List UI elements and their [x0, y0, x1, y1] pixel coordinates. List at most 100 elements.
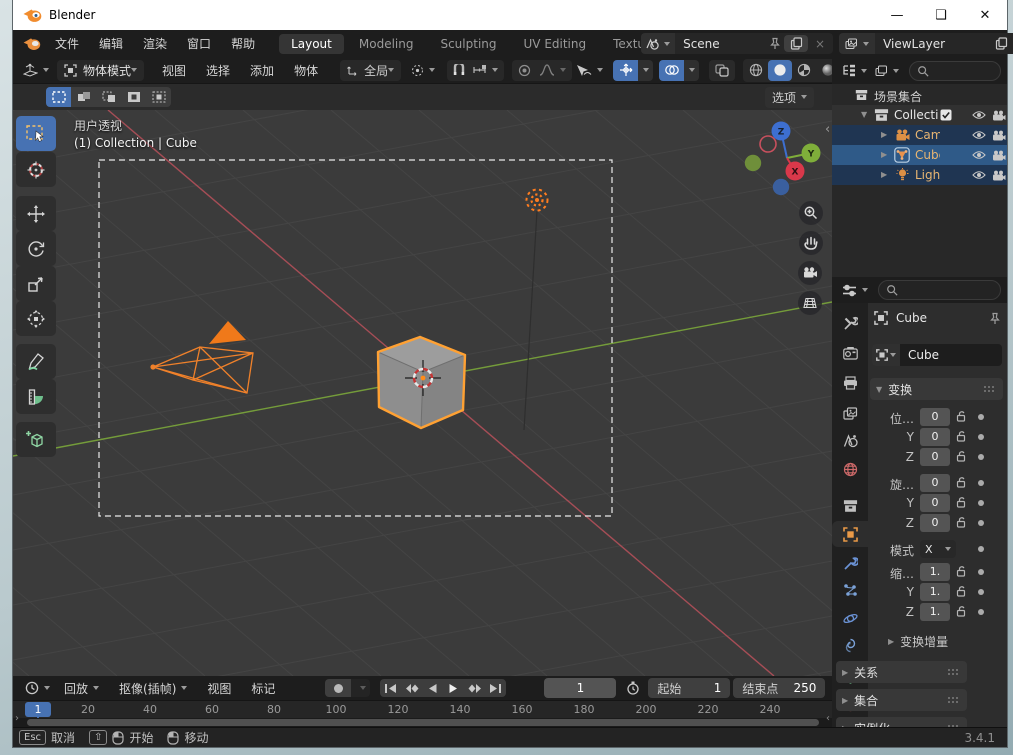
- lock-icon[interactable]: [955, 585, 967, 597]
- pan-button[interactable]: [799, 231, 823, 255]
- scale-x-field[interactable]: 1.: [920, 563, 950, 581]
- lock-icon[interactable]: [955, 496, 967, 508]
- playhead-marker[interactable]: 1: [25, 702, 51, 717]
- menu-help[interactable]: 帮助: [221, 30, 265, 57]
- pivot-dropdown[interactable]: [407, 60, 439, 81]
- select-subtract-button[interactable]: [96, 87, 121, 107]
- viewlayer-browse-button[interactable]: [839, 33, 876, 54]
- xray-toggle[interactable]: [709, 59, 736, 81]
- timeline-editor-type-button[interactable]: [21, 678, 54, 699]
- expand-arrow-icon[interactable]: ▶: [881, 130, 887, 139]
- select-extend-button[interactable]: [71, 87, 96, 107]
- menu-markers[interactable]: 标记: [241, 676, 285, 700]
- animate-dot[interactable]: [978, 520, 984, 526]
- location-y-field[interactable]: 0: [920, 428, 950, 446]
- outliner-row-cube[interactable]: ▶ Cube: [832, 145, 1007, 165]
- rotation-y-field[interactable]: 0: [920, 494, 950, 512]
- gizmo-neg-x-ball[interactable]: [759, 135, 777, 153]
- tool-annotate[interactable]: [16, 344, 56, 379]
- menu-window[interactable]: 窗口: [177, 30, 221, 57]
- camera-object[interactable]: [150, 321, 254, 394]
- tab-tool[interactable]: [832, 310, 868, 336]
- tab-render[interactable]: [832, 340, 868, 366]
- scale-y-field[interactable]: 1.: [920, 583, 950, 601]
- tab-layout[interactable]: Layout: [279, 33, 344, 54]
- pin-icon[interactable]: [989, 312, 1001, 325]
- tab-modifiers[interactable]: [832, 550, 868, 576]
- location-z-field[interactable]: 0: [920, 448, 950, 466]
- auto-key-dropdown[interactable]: [351, 679, 371, 697]
- current-frame-field[interactable]: 1: [544, 678, 617, 698]
- tool-scale[interactable]: [16, 266, 56, 301]
- use-preview-range-toggle[interactable]: [622, 678, 644, 699]
- animate-dot[interactable]: [978, 500, 984, 506]
- tab-particles[interactable]: [832, 577, 868, 603]
- tab-constraints[interactable]: [832, 632, 868, 658]
- scene-unlink-icon[interactable]: ×: [811, 37, 829, 51]
- lock-icon[interactable]: [955, 410, 967, 422]
- viewport-3d[interactable]: Z Y X ‹ 用户透视 (1) Collection | Cube: [13, 110, 832, 676]
- lock-icon[interactable]: [955, 450, 967, 462]
- scrollbar-thumb[interactable]: [27, 719, 819, 726]
- outliner-row-camera[interactable]: ▶ Camera: [832, 125, 1007, 145]
- lock-icon[interactable]: [955, 565, 967, 577]
- collection-checkbox[interactable]: [940, 109, 952, 121]
- lock-icon[interactable]: [955, 516, 967, 528]
- sidebar-collapse-arrow[interactable]: ‹: [825, 122, 830, 137]
- menu-view[interactable]: 视图: [152, 57, 196, 83]
- animate-dot[interactable]: [978, 480, 984, 486]
- visibility-dropdown[interactable]: [572, 60, 607, 81]
- properties-search-input[interactable]: [878, 280, 1001, 300]
- menu-render[interactable]: 渲染: [133, 30, 177, 57]
- hide-eye-icon[interactable]: [972, 110, 986, 120]
- tab-scene[interactable]: [832, 428, 868, 454]
- rotation-x-field[interactable]: 0: [920, 474, 950, 492]
- gizmo-neg-z-ball[interactable]: [772, 178, 790, 196]
- viewlayer-name[interactable]: ViewLayer: [875, 37, 989, 51]
- select-set-button[interactable]: [46, 87, 71, 107]
- animate-dot[interactable]: [978, 546, 984, 552]
- menu-select[interactable]: 选择: [196, 57, 240, 83]
- play-reverse-button[interactable]: [422, 679, 444, 697]
- animate-dot[interactable]: [978, 609, 984, 615]
- relations-panel-header[interactable]: ▶ 关系: [836, 661, 967, 683]
- scale-z-field[interactable]: 1.: [920, 603, 950, 621]
- outliner-row-light[interactable]: ▶ Light: [832, 165, 1007, 185]
- rotation-z-field[interactable]: 0: [920, 514, 950, 532]
- shading-wireframe-button[interactable]: [744, 60, 768, 81]
- tab-object[interactable]: [832, 521, 868, 547]
- animate-dot[interactable]: [978, 434, 984, 440]
- scene-name[interactable]: Scene: [675, 37, 769, 51]
- lock-icon[interactable]: [955, 430, 967, 442]
- jump-to-end-button[interactable]: [485, 679, 507, 697]
- collapse-arrow-icon[interactable]: ▼: [861, 110, 867, 119]
- jump-to-start-button[interactable]: [380, 679, 402, 697]
- tab-view-layer[interactable]: [832, 400, 868, 426]
- panel-grip-icon[interactable]: [983, 385, 997, 393]
- tab-output[interactable]: [832, 370, 868, 396]
- shading-solid-button[interactable]: [768, 59, 793, 81]
- timeline-ruler[interactable]: 1 20 40 60 80 100 120 140 160 180 200 22…: [13, 700, 832, 719]
- blender-menu-icon[interactable]: [23, 37, 41, 51]
- render-visibility-icon[interactable]: [992, 150, 1006, 161]
- orientation-dropdown[interactable]: 全局: [340, 59, 402, 81]
- pin-icon[interactable]: [769, 37, 781, 50]
- mode-dropdown[interactable]: 物体模式: [57, 59, 145, 81]
- animate-dot[interactable]: [978, 454, 984, 460]
- gizmo-neg-y-ball[interactable]: [744, 154, 762, 172]
- scene-new-button[interactable]: [784, 35, 809, 52]
- transform-panel-header[interactable]: ▼ 变换: [870, 378, 1003, 400]
- expand-arrow-icon[interactable]: ▶: [881, 170, 887, 179]
- tab-modeling[interactable]: Modeling: [347, 34, 426, 54]
- panel-grip-icon[interactable]: [947, 696, 961, 704]
- zoom-button[interactable]: [799, 201, 823, 225]
- tab-physics[interactable]: [832, 605, 868, 631]
- snap-target-dropdown[interactable]: [469, 60, 502, 81]
- tool-move[interactable]: [16, 196, 56, 231]
- lock-icon[interactable]: [955, 476, 967, 488]
- tool-cursor[interactable]: [16, 152, 56, 187]
- gizmos-toggle[interactable]: [613, 59, 639, 81]
- properties-editor-type-button[interactable]: [838, 280, 872, 301]
- next-keyframe-button[interactable]: [464, 679, 486, 697]
- minimize-button[interactable]: —: [875, 0, 919, 30]
